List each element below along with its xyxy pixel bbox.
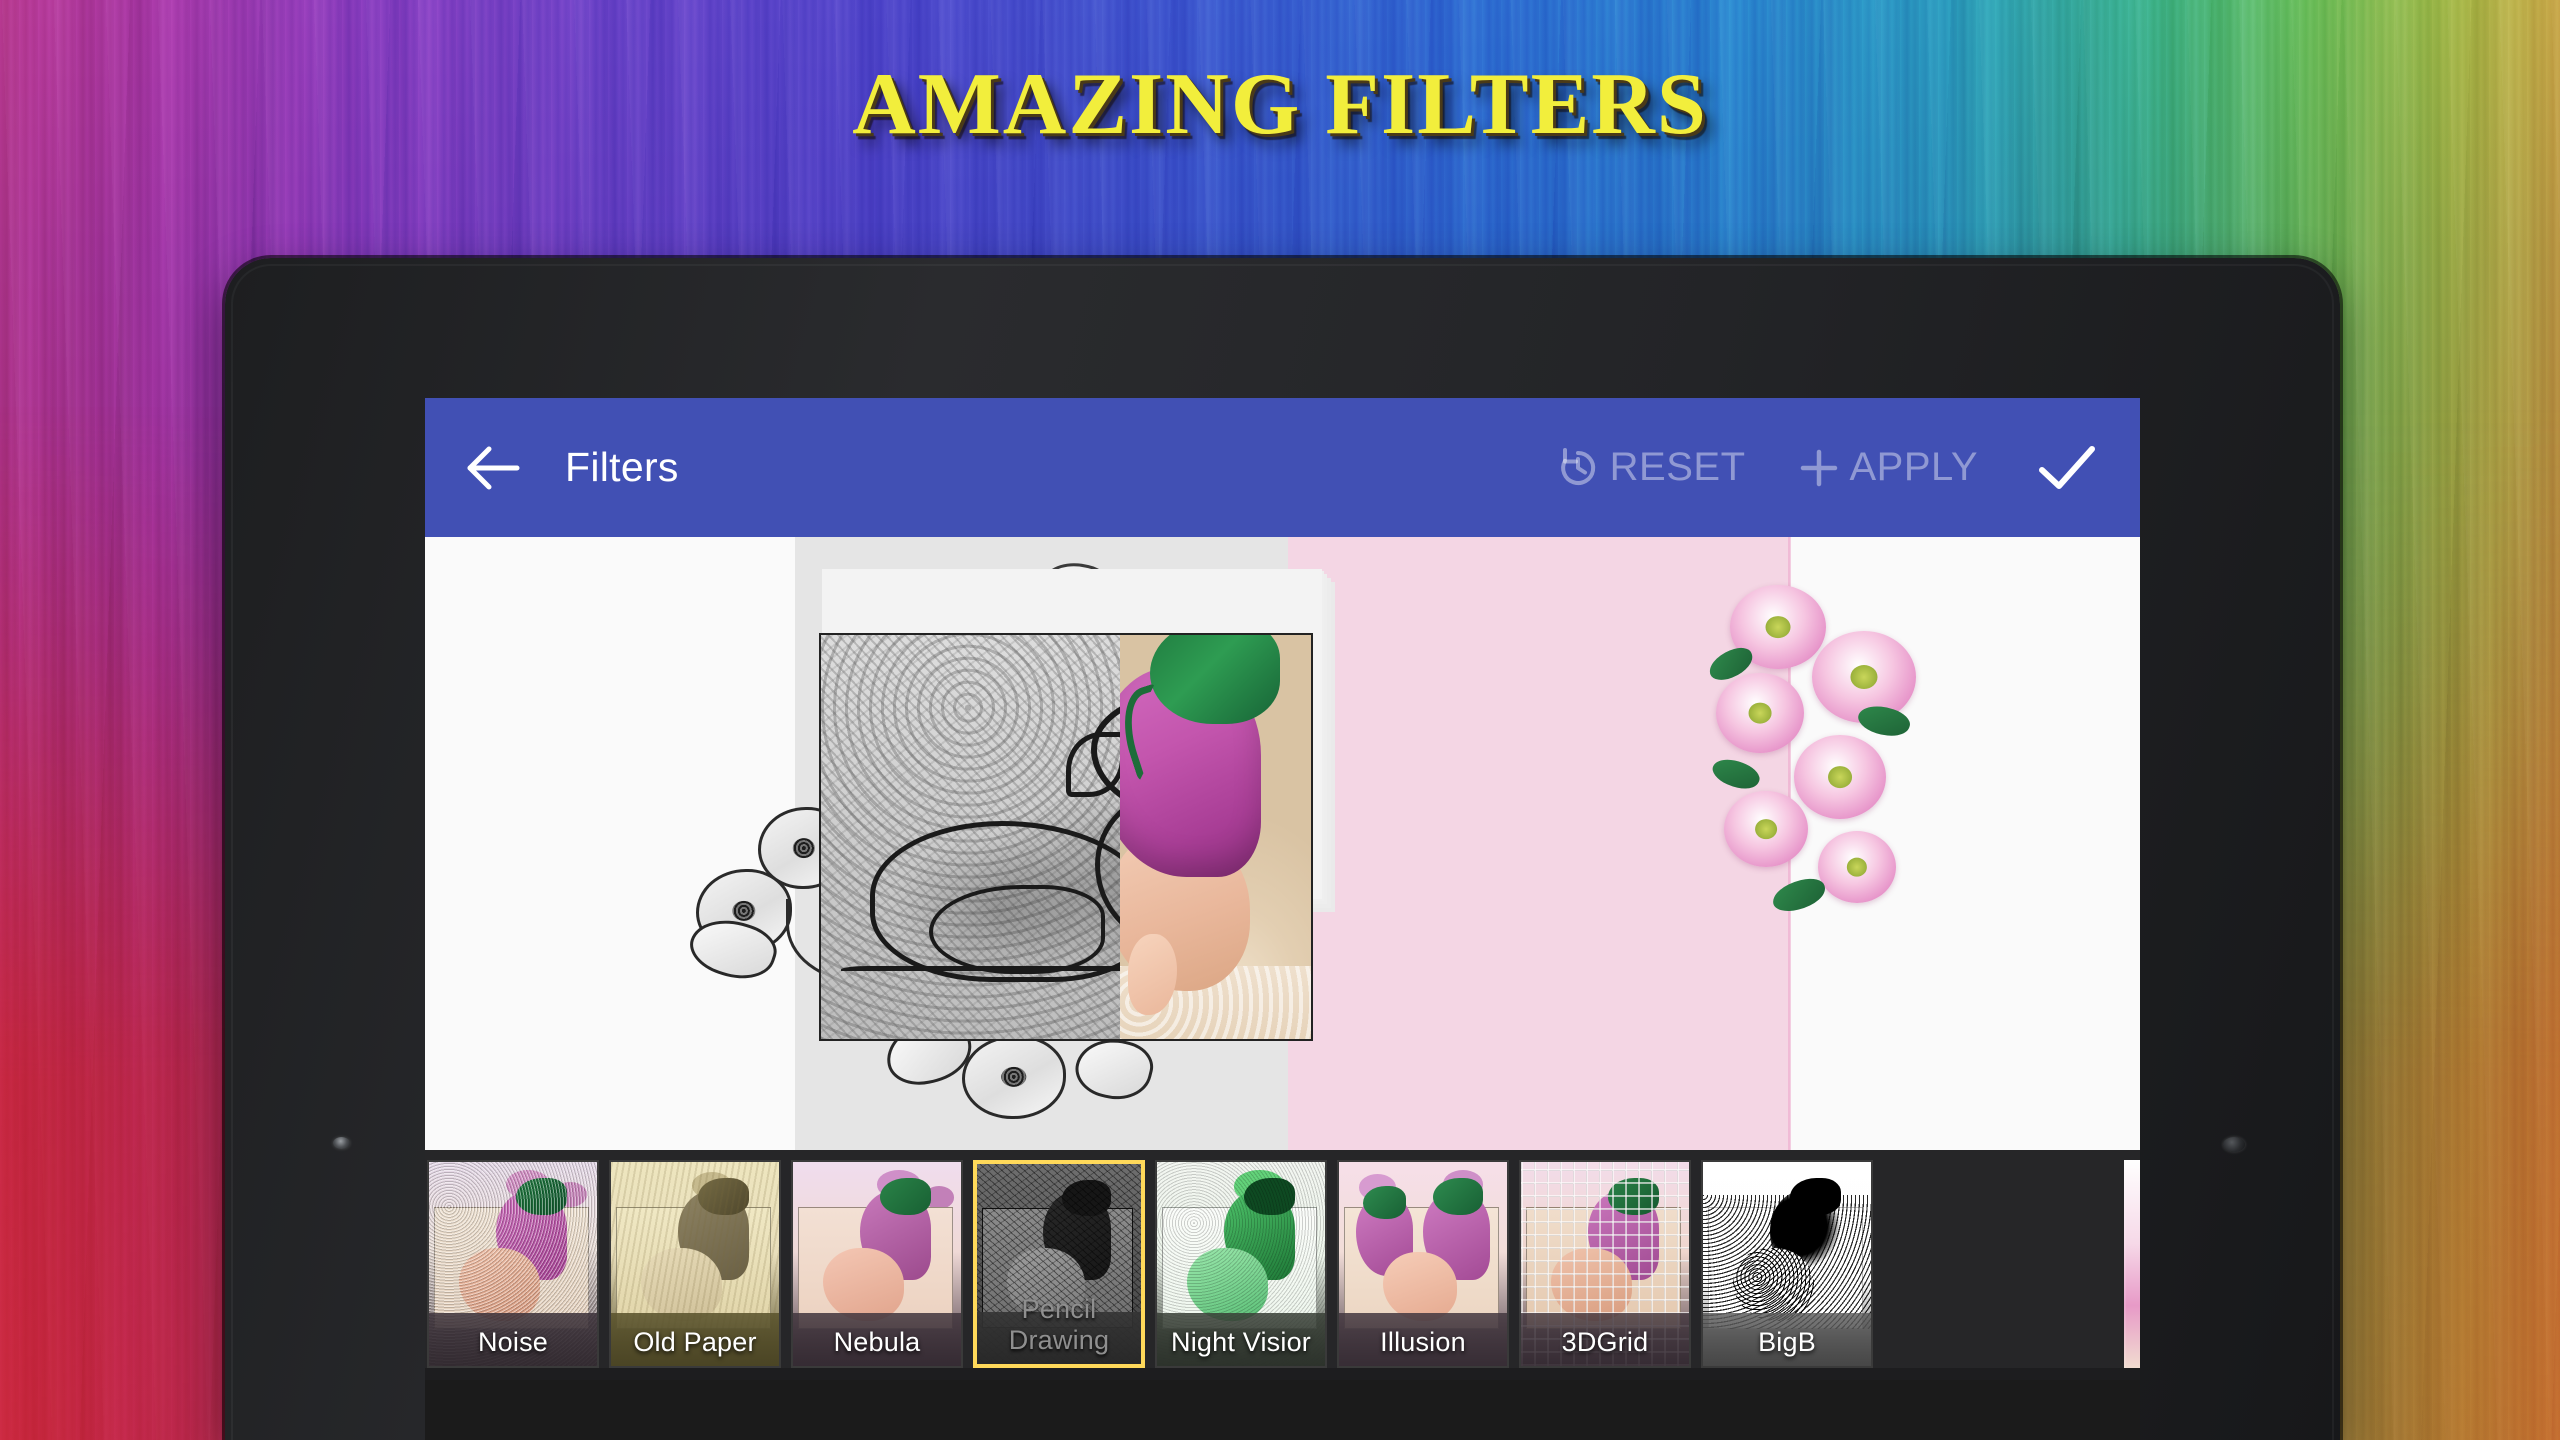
flower-blossom	[1818, 831, 1896, 903]
flower-blossom	[1724, 791, 1808, 867]
app-bar: Filters RESET APPLY	[425, 398, 2140, 537]
filter-thumb-noise[interactable]: Noise	[427, 1160, 599, 1368]
apply-button[interactable]: APPLY	[1796, 445, 1979, 491]
filter-thumb-illusion[interactable]: Illusion	[1337, 1160, 1509, 1368]
filter-preview-canvas[interactable]	[425, 537, 2140, 1150]
reset-button-label: RESET	[1609, 445, 1746, 489]
preview-photo	[683, 556, 1916, 1125]
tablet-screen: Filters RESET APPLY Noise Old Paper Nebu…	[425, 398, 2140, 1440]
flower-leaf	[1708, 752, 1764, 796]
flower-leaf	[1769, 874, 1829, 916]
preview-flower-cluster	[1704, 585, 1928, 916]
sketch-petal	[1069, 1030, 1159, 1108]
filter-thumbnail-strip[interactable]: Noise Old Paper Nebula Pencil Drawing Ni…	[425, 1150, 2140, 1380]
back-arrow-icon	[467, 446, 520, 489]
sensor-dot-icon	[2223, 1137, 2245, 1152]
filter-thumb-label: Pencil Drawing	[1008, 1294, 1110, 1355]
filter-thumbnail-row: Noise Old Paper Nebula Pencil Drawing Ni…	[425, 1160, 2140, 1368]
page-title: Filters	[565, 444, 679, 490]
filter-thumb-label: Noise	[477, 1327, 549, 1357]
promo-headline: AMAZING FILTERS	[852, 56, 1708, 153]
filter-thumb-label: BigB	[1758, 1327, 1816, 1357]
photo-hat-leaf	[1150, 635, 1281, 724]
filter-thumb-pencil-drawing[interactable]: Pencil Drawing	[973, 1160, 1145, 1368]
filter-thumb-label: 3DGrid	[1561, 1327, 1649, 1357]
filter-thumb-next-partial[interactable]	[2124, 1160, 2140, 1368]
filter-thumb-nebula[interactable]: Nebula	[791, 1160, 963, 1368]
sketch-flower	[962, 1035, 1066, 1119]
filter-thumb-3dgrid[interactable]: 3DGrid	[1519, 1160, 1691, 1368]
plus-icon	[1796, 445, 1842, 491]
flower-blossom	[1794, 735, 1886, 819]
back-button[interactable]	[455, 430, 531, 506]
camera-dot-icon	[333, 1137, 350, 1149]
checkmark-icon	[2039, 445, 2095, 489]
preview-split-image	[819, 633, 1313, 1041]
filter-thumb-bigb[interactable]: BigB	[1701, 1160, 1873, 1368]
preview-color-half	[1119, 635, 1311, 1039]
filter-thumb-night-visior[interactable]: Night Visior	[1155, 1160, 1327, 1368]
filter-thumb-label: Night Visior	[1171, 1327, 1311, 1357]
history-restore-icon	[1554, 444, 1602, 492]
filter-thumb-old-paper[interactable]: Old Paper	[609, 1160, 781, 1368]
filter-thumb-label: Old Paper	[633, 1327, 757, 1357]
sketch-stroke-arm	[928, 885, 1106, 975]
confirm-button[interactable]	[2028, 429, 2106, 507]
strip-bottom-shade	[425, 1368, 2140, 1380]
apply-button-label: APPLY	[1849, 445, 1978, 489]
flower-blossom	[1716, 673, 1804, 753]
reset-button[interactable]: RESET	[1554, 444, 1746, 492]
filter-thumb-label: Illusion	[1380, 1327, 1466, 1357]
filter-thumb-label: Nebula	[833, 1327, 921, 1357]
tablet-device: Filters RESET APPLY Noise Old Paper Nebu…	[225, 258, 2340, 1440]
